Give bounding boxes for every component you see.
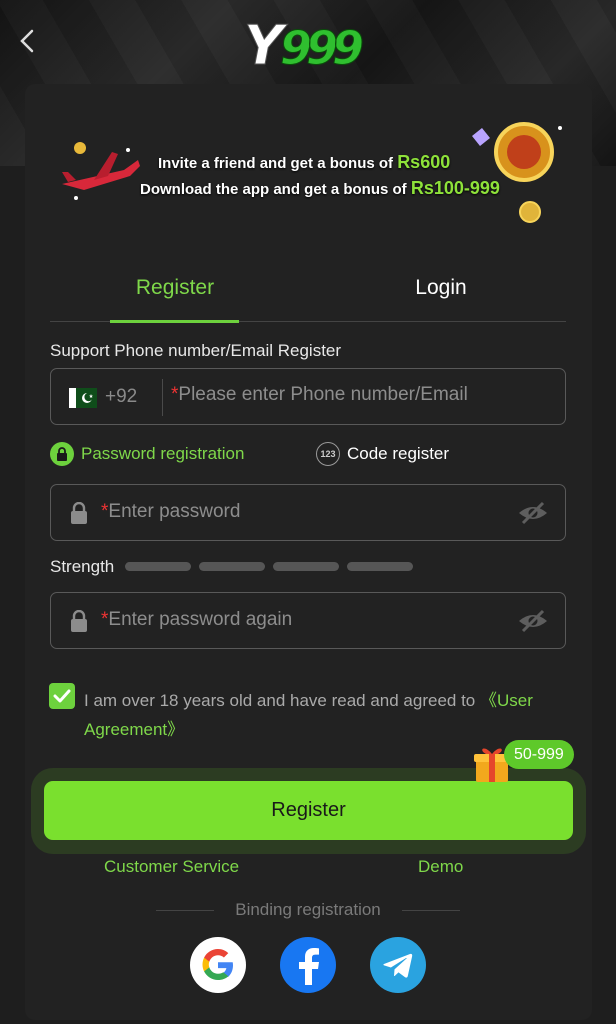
country-code[interactable]: +92: [105, 386, 137, 408]
strength-segment: [347, 562, 413, 571]
field-divider: [162, 379, 163, 416]
banner-line-2: Download the app and get a bonus of Rs10…: [140, 178, 500, 199]
password-registration-option[interactable]: Password registration: [50, 442, 244, 466]
support-label: Support Phone number/Email Register: [50, 341, 342, 360]
code-register-label: Code register: [347, 444, 450, 463]
eye-slash-icon[interactable]: [517, 499, 549, 527]
tab-register[interactable]: Register: [75, 276, 275, 300]
code-register-option[interactable]: 123 Code register: [316, 442, 449, 466]
chevron-left-icon: [20, 29, 34, 53]
divider-right: [402, 910, 460, 911]
checkmark-icon: [53, 689, 71, 703]
svg-text:999: 999: [280, 21, 362, 75]
lock-icon: [50, 442, 74, 466]
password-field[interactable]: *Enter password: [50, 484, 566, 541]
agreement-text: I am over 18 years old and have read and…: [84, 686, 564, 744]
lock-icon: [71, 610, 87, 632]
banner-line-1-amount: Rs600: [397, 152, 451, 172]
phone-email-input[interactable]: *Please enter Phone number/Email: [171, 384, 468, 406]
google-icon: [202, 949, 233, 980]
telegram-icon: [383, 953, 413, 978]
customer-service-link[interactable]: Customer Service: [104, 857, 239, 877]
facebook-login-button[interactable]: [280, 937, 336, 993]
confirm-password-field[interactable]: *Enter password again: [50, 592, 566, 649]
promo-banner: Invite a friend and get a bonus of Rs600…: [50, 120, 570, 230]
strength-label: Strength: [50, 557, 115, 576]
logo: Y 999: [244, 14, 369, 77]
banner-line-1: Invite a friend and get a bonus of Rs600: [158, 152, 450, 173]
confirm-password-placeholder: Enter password again: [108, 609, 293, 630]
google-login-button[interactable]: [190, 937, 246, 993]
back-button[interactable]: [12, 26, 42, 56]
airplane-icon: [62, 142, 140, 200]
code-123-icon: 123: [316, 442, 340, 466]
password-registration-label: Password registration: [81, 444, 245, 463]
tab-login[interactable]: Login: [341, 276, 541, 300]
eye-slash-icon[interactable]: [517, 607, 549, 635]
agreement-checkbox[interactable]: [49, 683, 75, 709]
binding-registration-label: Binding registration: [235, 900, 381, 919]
strength-segment: [273, 562, 339, 571]
facebook-icon: [299, 948, 319, 985]
phone-email-placeholder: Please enter Phone number/Email: [178, 384, 468, 405]
bonus-badge: 50-999: [504, 740, 574, 769]
banner-line-2-text: Download the app and get a bonus of: [140, 181, 411, 198]
gold-coin-icon: [472, 122, 562, 223]
banner-line-1-text: Invite a friend and get a bonus of: [158, 155, 398, 172]
strength-meter: [125, 562, 413, 571]
register-button[interactable]: Register: [44, 781, 573, 840]
active-tab-indicator: [110, 320, 239, 323]
demo-link[interactable]: Demo: [418, 857, 463, 877]
strength-segment: [199, 562, 265, 571]
auth-tabs: Register Login: [50, 264, 566, 323]
telegram-login-button[interactable]: [370, 937, 426, 993]
agreement-statement: I am over 18 years old and have read and…: [84, 691, 480, 710]
phone-email-field[interactable]: +92 *Please enter Phone number/Email: [50, 368, 566, 425]
lock-icon: [71, 502, 87, 524]
password-input[interactable]: *Enter password: [101, 501, 240, 523]
strength-segment: [125, 562, 191, 571]
confirm-password-input[interactable]: *Enter password again: [101, 609, 292, 631]
password-placeholder: Enter password: [108, 501, 241, 522]
pakistan-flag-icon[interactable]: [69, 388, 97, 408]
